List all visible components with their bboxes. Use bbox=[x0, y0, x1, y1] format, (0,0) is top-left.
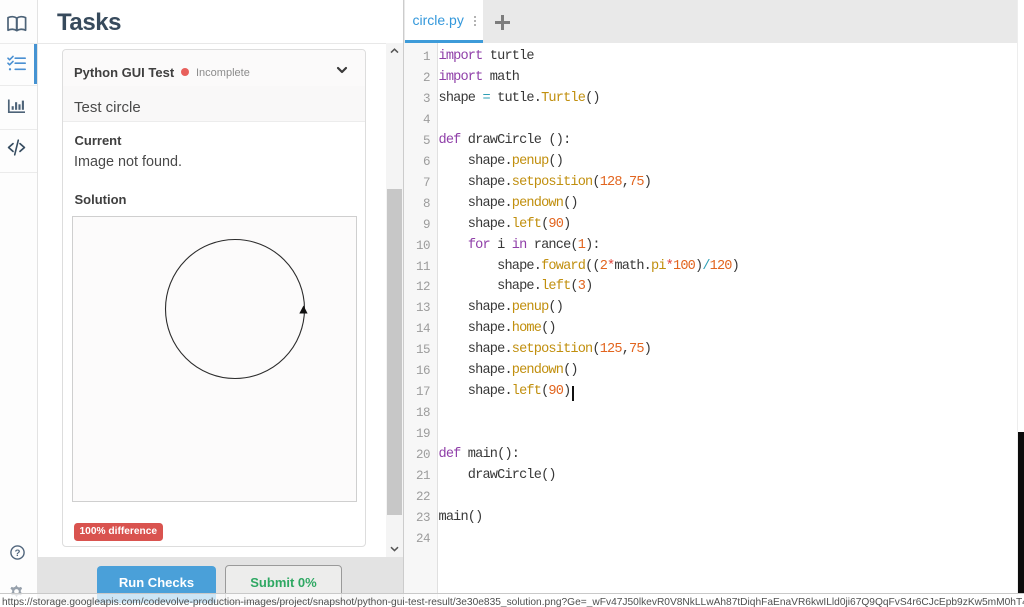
svg-text:?: ? bbox=[14, 548, 20, 559]
